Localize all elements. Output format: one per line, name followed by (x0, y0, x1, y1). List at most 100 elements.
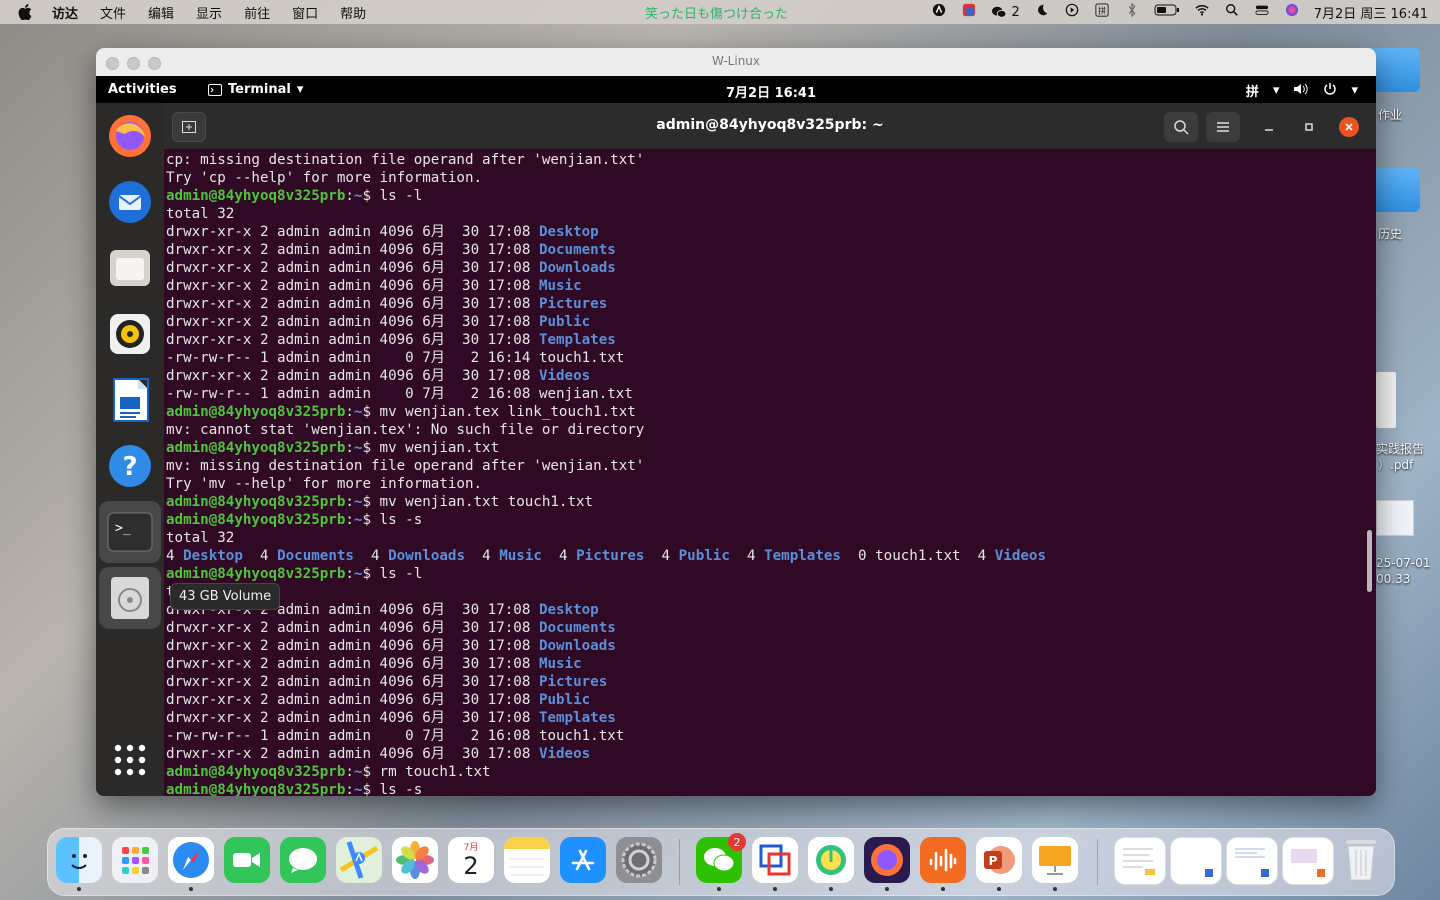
command-text: $ mv wenjian.txt touch1.txt (362, 494, 594, 510)
show-apps-grid-icon[interactable] (105, 735, 155, 785)
search-button[interactable] (1164, 112, 1198, 142)
activities-button[interactable]: Activities (108, 82, 177, 97)
close-button[interactable] (1339, 117, 1359, 137)
terminal-line: drwxr-xr-x 2 admin admin 4096 6月 30 17:0… (166, 259, 1046, 277)
siri-icon[interactable] (1284, 3, 1300, 21)
menubar-clock[interactable]: 7月2日 周三 16:41 (1314, 3, 1428, 22)
volume-icon[interactable] (1293, 82, 1309, 100)
calendar-icon[interactable]: 7月 2 (448, 837, 494, 883)
doc-preview-icon[interactable] (1226, 837, 1278, 885)
bluetooth-icon[interactable] (1124, 3, 1140, 21)
directory-name: Downloads (388, 548, 466, 564)
ubuntu-clock[interactable]: 7月2日 16:41 (726, 82, 816, 101)
menu-file[interactable]: 文件 (100, 3, 126, 22)
play-icon[interactable] (1064, 3, 1080, 21)
menu-view[interactable]: 显示 (196, 3, 222, 22)
vm-titlebar[interactable]: W-Linux (96, 48, 1376, 77)
prompt-sep: : (345, 566, 354, 582)
doc-preview-icon[interactable] (1282, 837, 1334, 885)
app-menu-terminal[interactable]: Terminal ▾ (208, 82, 303, 97)
menu-button[interactable] (1206, 112, 1240, 142)
qq-music-icon[interactable] (808, 837, 854, 891)
mac-menu-bar: 访达 文件 编辑 显示 前往 窗口 帮助 笑った日も傷つけ合った 2 拼 7月2… (0, 0, 1440, 24)
menu-edit[interactable]: 编辑 (148, 3, 174, 22)
battery-icon[interactable] (1154, 3, 1180, 21)
vpn-icon[interactable] (931, 3, 947, 21)
translate-icon[interactable] (961, 3, 977, 21)
output-text: total 32 (166, 530, 235, 546)
output-text: total 32 (166, 206, 235, 222)
messages-icon[interactable] (280, 837, 326, 883)
terminal-output[interactable]: cp: missing destination file operand aft… (164, 150, 1376, 796)
control-center-icon[interactable] (1254, 3, 1270, 21)
files-icon[interactable] (105, 243, 155, 293)
directory-name: Pictures (576, 548, 645, 564)
disk-volume-icon[interactable] (105, 573, 155, 623)
maps-icon[interactable] (336, 837, 382, 883)
slides-icon[interactable] (1032, 837, 1078, 891)
input-method-icon[interactable]: 拼 (1094, 3, 1110, 21)
maximize-button[interactable] (1299, 117, 1319, 137)
doc-preview-icon[interactable] (1170, 837, 1222, 885)
minimize-button[interactable] (1259, 117, 1279, 137)
help-icon[interactable]: ? (105, 441, 155, 491)
trash-icon[interactable] (1338, 837, 1384, 883)
svg-text:>_: >_ (115, 521, 131, 536)
wechat-icon[interactable]: 2 (696, 833, 746, 891)
terminal-icon[interactable]: >_ (105, 507, 155, 557)
wifi-icon[interactable] (1194, 3, 1210, 21)
prompt-user: admin@84yhyoq8v325prb (166, 440, 346, 456)
safari-icon[interactable] (168, 837, 214, 891)
terminal-line: cp: missing destination file operand aft… (166, 151, 1046, 169)
menu-window[interactable]: 窗口 (292, 3, 318, 22)
terminal-line: drwxr-xr-x 2 admin admin 4096 6月 30 17:0… (166, 619, 1046, 637)
firefox-dock-icon[interactable] (864, 837, 910, 891)
power-icon[interactable] (1323, 82, 1337, 100)
output-text: mv: missing destination file operand aft… (166, 458, 645, 474)
file-meta: -rw-rw-r-- 1 admin admin 0 7月 2 16:08 (166, 728, 539, 744)
system-tray[interactable]: 拼 ▾ ▾ (1246, 81, 1358, 100)
voice-memo-icon[interactable] (920, 837, 966, 891)
terminal-line: total 32 (166, 205, 1046, 223)
directory-name: Videos (538, 746, 591, 762)
ubuntu-top-bar: Activities Terminal ▾ 7月2日 16:41 拼 ▾ ▾ (96, 76, 1376, 103)
spotlight-search-icon[interactable] (1224, 3, 1240, 21)
apple-icon[interactable] (16, 3, 34, 21)
app-store-icon[interactable] (560, 837, 606, 883)
prompt-user: admin@84yhyoq8v325prb (166, 764, 346, 780)
terminal-line: -rw-rw-r-- 1 admin admin 0 7月 2 16:08 we… (166, 385, 1046, 403)
app-menu-label: Terminal (228, 82, 291, 97)
system-settings-icon[interactable] (616, 837, 662, 883)
moon-icon[interactable] (1034, 3, 1050, 21)
wechat-status-icon[interactable]: 2 (991, 5, 1020, 20)
file-name: touch1.txt (538, 350, 625, 366)
input-method-label[interactable]: 拼 (1246, 81, 1259, 100)
finder-icon[interactable] (56, 837, 102, 891)
writer-icon[interactable] (105, 375, 155, 425)
rhythmbox-icon[interactable] (105, 309, 155, 359)
terminal-line: drwxr-xr-x 2 admin admin 4096 6月 30 17:0… (166, 367, 1046, 385)
desktop-file-icon[interactable] (1376, 372, 1396, 428)
terminal-scrollbar[interactable] (1367, 530, 1372, 592)
firefox-icon[interactable] (105, 111, 155, 161)
menu-go[interactable]: 前往 (244, 3, 270, 22)
photos-icon[interactable] (392, 837, 438, 883)
menu-finder[interactable]: 访达 (52, 3, 78, 22)
notes-icon[interactable] (504, 837, 550, 883)
file-meta: drwxr-xr-x 2 admin admin 4096 6月 30 17:0… (166, 278, 539, 294)
desktop-screenshot-icon[interactable] (1376, 500, 1414, 536)
directory-name: Documents (277, 548, 354, 564)
directory-name: Pictures (538, 296, 608, 312)
remote-desktop-icon[interactable] (752, 837, 798, 891)
terminal-small-icon (208, 83, 222, 96)
thunderbird-icon[interactable] (105, 177, 155, 227)
menu-help[interactable]: 帮助 (340, 3, 366, 22)
terminal-line: Try 'cp --help' for more information. (166, 169, 1046, 187)
doc-preview-icon[interactable] (1114, 837, 1166, 885)
launchpad-icon[interactable] (112, 837, 158, 883)
vm-window: W-Linux Activities Terminal ▾ 7月2日 16:41… (96, 48, 1376, 796)
prompt-sep: : (345, 764, 354, 780)
powerpoint-icon[interactable]: P (976, 837, 1022, 891)
facetime-icon[interactable] (224, 837, 270, 883)
